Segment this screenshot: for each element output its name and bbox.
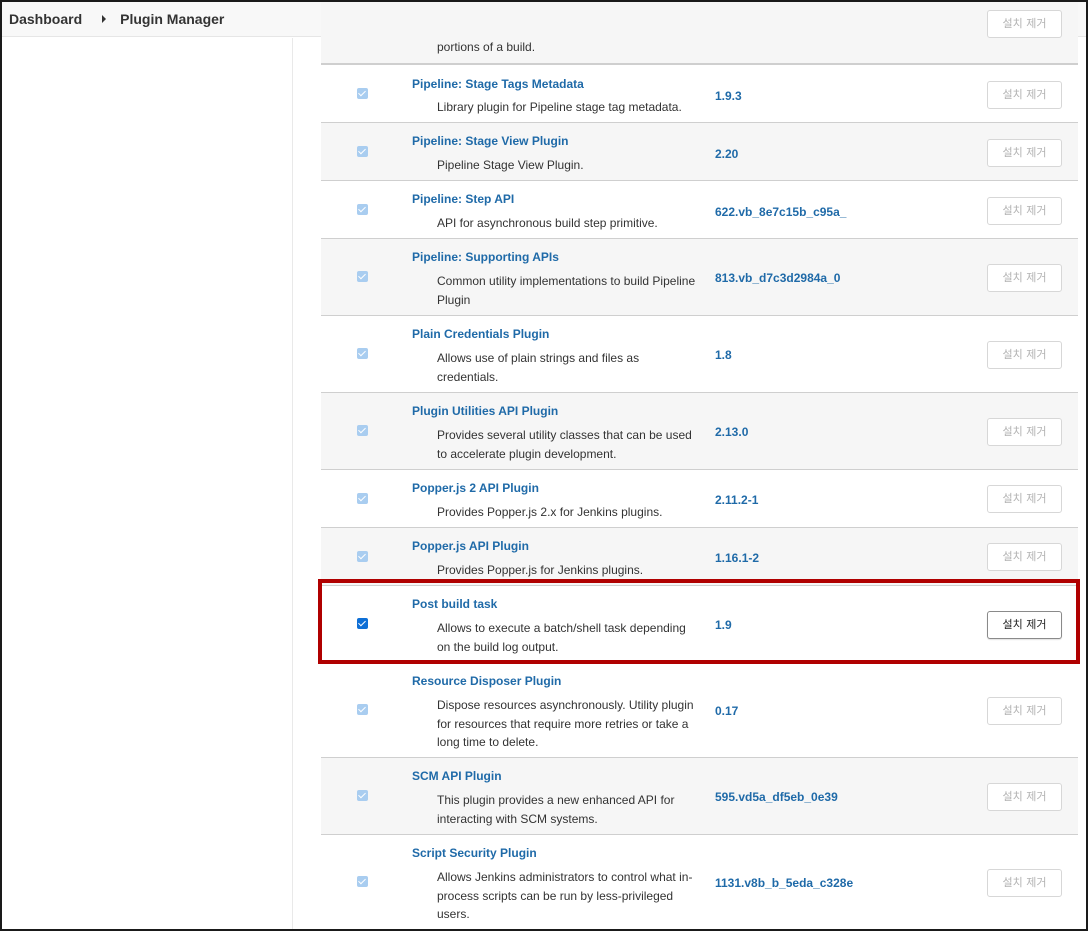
uninstall-button[interactable]: 설치 제거 [987,869,1062,897]
plugin-row: Script Security Plugin Allows Jenkins ad… [321,835,1078,929]
plugin-row: Pipeline: Supporting APIs Common utility… [321,239,1078,316]
plugin-enabled-checkbox[interactable] [357,618,368,629]
plugin-name-link[interactable]: Pipeline: Stage View Plugin [412,134,568,148]
plugin-description: Library plugin for Pipeline stage tag me… [437,100,682,114]
plugin-enabled-checkbox[interactable] [357,348,368,359]
plugin-version-link[interactable]: 1.8 [715,348,732,362]
plugin-enabled-checkbox[interactable] [357,204,368,215]
uninstall-button[interactable]: 설치 제거 [987,81,1062,109]
breadcrumb-dashboard[interactable]: Dashboard [9,11,82,27]
plugin-version-link[interactable]: 1131.v8b_b_5eda_c328e [715,876,853,890]
plugin-name-link[interactable]: SCM API Plugin [412,769,502,783]
plugin-name-link[interactable]: Popper.js API Plugin [412,539,529,553]
plugin-row: Pipeline: Step API API for asynchronous … [321,181,1078,239]
plugin-name-link[interactable]: Plugin Utilities API Plugin [412,404,558,418]
plugin-enabled-checkbox[interactable] [357,876,368,887]
plugin-description: Pipeline Stage View Plugin. [437,158,584,172]
plugin-enabled-checkbox[interactable] [357,551,368,562]
uninstall-button[interactable]: 설치 제거 [987,783,1062,811]
sidebar-divider [292,38,293,929]
plugin-row: Plain Credentials Plugin Allows use of p… [321,316,1078,393]
plugin-description: Common utility implementations to build … [437,274,696,307]
plugin-description: This plugin provides a new enhanced API … [437,793,675,826]
plugin-description: API for asynchronous build step primitiv… [437,216,658,230]
uninstall-button[interactable]: 설치 제거 [987,341,1062,369]
plugin-version-link[interactable]: 2.13.0 [715,425,748,439]
plugin-version-link[interactable]: 1.9 [715,618,732,632]
plugin-version-link[interactable]: 1.9.3 [715,89,742,103]
plugin-row: portions of a build. 설치 제거 [321,2,1078,64]
plugin-enabled-checkbox[interactable] [357,146,368,157]
plugin-description: Dispose resources asynchronously. Utilit… [437,698,694,749]
plugin-row: Plugin Utilities API Plugin Provides sev… [321,393,1078,470]
uninstall-button[interactable]: 설치 제거 [987,10,1062,38]
plugin-version-link[interactable]: 595.vd5a_df5eb_0e39 [715,790,838,804]
plugin-name-link[interactable]: Script Security Plugin [412,846,537,860]
plugin-enabled-checkbox[interactable] [357,271,368,282]
plugin-description: Allows use of plain strings and files as… [437,351,640,384]
plugin-version-link[interactable]: 813.vb_d7c3d2984a_0 [715,271,840,285]
plugin-name-link[interactable]: Post build task [412,597,497,611]
plugin-description: Provides Popper.js 2.x for Jenkins plugi… [437,505,663,519]
plugin-version-link[interactable]: 2.20 [715,147,738,161]
plugin-enabled-checkbox[interactable] [357,88,368,99]
plugin-description: portions of a build. [437,40,536,54]
uninstall-button[interactable]: 설치 제거 [987,611,1062,639]
plugin-name-link[interactable]: Pipeline: Stage Tags Metadata [412,77,584,91]
plugin-row: Pipeline: Stage View Plugin Pipeline Sta… [321,123,1078,181]
plugin-name-link[interactable]: Pipeline: Supporting APIs [412,250,559,264]
plugin-enabled-checkbox[interactable] [357,790,368,801]
plugin-enabled-checkbox[interactable] [357,493,368,504]
plugin-row: Popper.js API Plugin Provides Popper.js … [321,528,1078,586]
plugin-name-link[interactable]: Resource Disposer Plugin [412,674,561,688]
plugin-row: Pipeline: Stage Tags Metadata Library pl… [321,64,1078,123]
uninstall-button[interactable]: 설치 제거 [987,485,1062,513]
uninstall-button[interactable]: 설치 제거 [987,139,1062,167]
plugin-version-link[interactable]: 622.vb_8e7c15b_c95a_ [715,205,846,219]
uninstall-button[interactable]: 설치 제거 [987,264,1062,292]
breadcrumb-plugin-manager[interactable]: Plugin Manager [120,11,224,27]
plugin-description: Allows Jenkins administrators to control… [437,870,693,921]
plugin-description: Provides Popper.js for Jenkins plugins. [437,563,644,577]
plugin-name-link[interactable]: Plain Credentials Plugin [412,327,549,341]
plugin-row: Popper.js 2 API Plugin Provides Popper.j… [321,470,1078,528]
plugin-name-link[interactable]: Popper.js 2 API Plugin [412,481,539,495]
uninstall-button[interactable]: 설치 제거 [987,697,1062,725]
plugin-description: Provides several utility classes that ca… [437,428,692,461]
uninstall-button[interactable]: 설치 제거 [987,543,1062,571]
plugin-row: Resource Disposer Plugin Dispose resourc… [321,663,1078,758]
uninstall-button[interactable]: 설치 제거 [987,418,1062,446]
plugin-name-link[interactable]: Pipeline: Step API [412,192,514,206]
plugin-version-link[interactable]: 1.16.1-2 [715,551,759,565]
plugin-version-link[interactable]: 0.17 [715,704,738,718]
plugin-description: Allows to execute a batch/shell task dep… [437,621,686,654]
plugin-enabled-checkbox[interactable] [357,425,368,436]
plugin-version-link[interactable]: 2.11.2-1 [715,493,758,507]
breadcrumb-separator-icon [102,15,107,23]
plugin-row: SCM API Plugin This plugin provides a ne… [321,758,1078,835]
uninstall-button[interactable]: 설치 제거 [987,197,1062,225]
plugin-row-post-build-task: Post build task Allows to execute a batc… [321,586,1078,663]
plugin-enabled-checkbox[interactable] [357,704,368,715]
browser-frame: Dashboard Plugin Manager portions of a b… [0,0,1088,931]
